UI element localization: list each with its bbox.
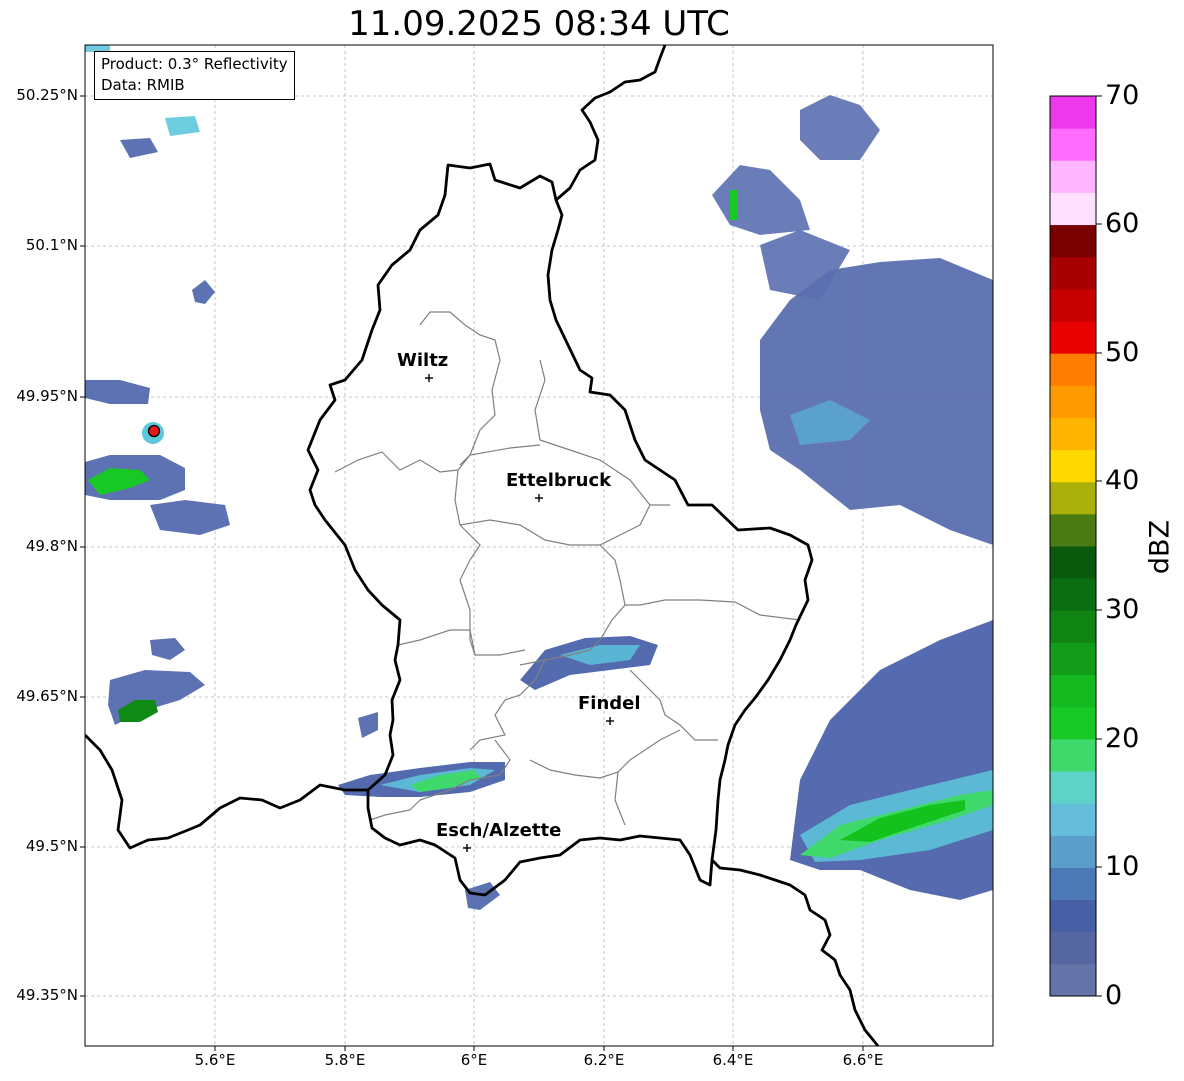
colorbar-segment <box>1050 899 1096 933</box>
colorbar-segment <box>1050 642 1096 676</box>
city-label-wiltz: Wiltz <box>397 350 449 371</box>
lat-tick-label: 50.25°N <box>16 86 78 104</box>
product-label: Product: 0.3° Reflectivity <box>101 55 288 73</box>
data-source-label: Data: RMIB <box>101 76 185 94</box>
colorbar-segment <box>1050 417 1096 451</box>
plot-frame <box>84 44 994 1047</box>
echo-east-north <box>760 258 993 545</box>
colorbar-segment <box>1050 481 1096 515</box>
colorbar-tick-label: 70 <box>1105 80 1140 111</box>
colorbar-segment <box>1050 771 1096 804</box>
colorbar-tick-label: 50 <box>1105 337 1140 368</box>
colorbar-segment <box>1050 578 1096 611</box>
colorbar-segment <box>1050 738 1096 772</box>
colorbar-segment <box>1050 96 1096 129</box>
city-label-esch-alzette: Esch/Alzette <box>436 820 562 841</box>
city-marker-ettelbruck <box>535 494 543 502</box>
colorbar-segment <box>1050 610 1096 643</box>
colorbar-segment <box>1050 224 1096 258</box>
lon-tick-label: 6.4°E <box>712 1051 754 1069</box>
lon-tick-label: 5.6°E <box>194 1051 236 1069</box>
colorbar-ticks <box>1096 95 1102 997</box>
city-label-ettelbruck: Ettelbruck <box>506 470 612 491</box>
colorbar-segment <box>1050 931 1096 965</box>
colorbar-segment <box>1050 803 1096 836</box>
colorbar-tick-label: 40 <box>1105 465 1140 496</box>
lat-tick-label: 49.35°N <box>16 986 78 1004</box>
colorbar-segment <box>1050 835 1096 868</box>
lat-tick-label: 49.5°N <box>25 837 78 855</box>
colorbar-segment <box>1050 963 1096 997</box>
canton-borders <box>334 311 801 826</box>
colorbar-segment <box>1050 867 1096 901</box>
echo-far-ne <box>800 95 880 160</box>
colorbar-segment <box>1050 674 1096 708</box>
colorbar-segment <box>1050 546 1096 579</box>
echo-northeast-green <box>730 190 738 220</box>
west-border <box>85 734 368 850</box>
echo-southwest-small <box>358 712 378 738</box>
colorbar-tick-label: 10 <box>1105 851 1140 882</box>
radar-site-marker <box>147 424 161 438</box>
colorbar-segment <box>1050 128 1096 161</box>
colorbar-segment <box>1050 353 1096 386</box>
city-marker-findel <box>606 717 614 725</box>
echo-west-7 <box>192 280 215 304</box>
colorbar-segment <box>1050 288 1096 322</box>
lon-tick-label: 6.2°E <box>583 1051 625 1069</box>
colorbar-segment <box>1050 321 1096 354</box>
product-info-box: Product: 0.3° Reflectivity Data: RMIB <box>94 51 295 100</box>
echo-west-3 <box>85 380 150 404</box>
city-marker-esch <box>463 844 471 852</box>
grid <box>85 45 993 1046</box>
lat-tick-label: 49.8°N <box>25 537 78 555</box>
lat-tick-label: 49.65°N <box>16 687 78 705</box>
colorbar-segment <box>1050 160 1096 193</box>
colorbar-tick-label: 0 <box>1105 980 1123 1011</box>
lon-tick-label: 5.8°E <box>324 1051 366 1069</box>
colorbar-segment <box>1050 385 1096 418</box>
echo-west-8 <box>150 638 185 660</box>
colorbar-tick-label: 20 <box>1105 723 1140 754</box>
echo-west-2 <box>150 500 230 535</box>
lat-tick-label: 49.95°N <box>16 387 78 405</box>
colorbar-label: dBZ <box>1144 519 1176 575</box>
echo-west-6 <box>165 116 200 136</box>
city-label-findel: Findel <box>578 693 641 714</box>
lon-tick-label: 6°E <box>460 1051 488 1069</box>
lon-tick-label: 6.6°E <box>842 1051 884 1069</box>
colorbar-segment <box>1050 256 1096 290</box>
colorbar <box>1050 96 1096 997</box>
german-border-north <box>555 45 667 202</box>
colorbar-tick-label: 30 <box>1105 594 1140 625</box>
colorbar-segment <box>1050 449 1096 483</box>
colorbar-tick-label: 60 <box>1105 208 1140 239</box>
colorbar-segment <box>1050 706 1096 740</box>
colorbar-segment <box>1050 192 1096 226</box>
southeast-border <box>711 859 880 1046</box>
radar-map <box>80 44 1102 1051</box>
echo-northeast-streaks <box>712 165 810 235</box>
colorbar-segment <box>1050 513 1096 547</box>
lat-tick-label: 50.1°N <box>25 236 78 254</box>
city-marker-wiltz <box>425 374 433 382</box>
echo-west-5 <box>120 138 158 158</box>
